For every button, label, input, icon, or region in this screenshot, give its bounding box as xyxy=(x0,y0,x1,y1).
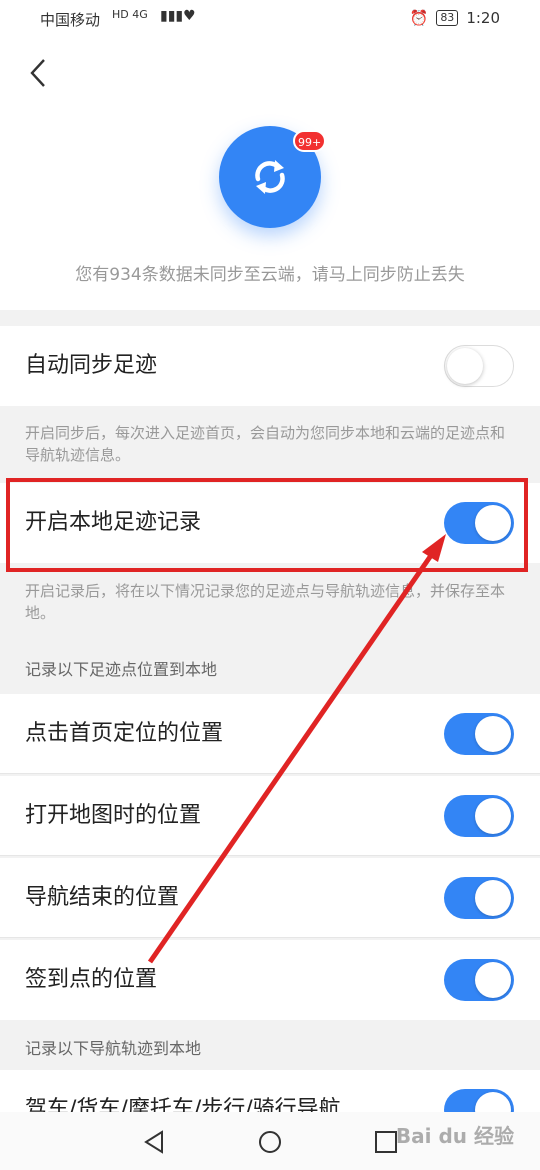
carrier-name: 中国移动 xyxy=(40,11,101,29)
point-label: 打开地图时的位置 xyxy=(25,803,202,828)
auto-sync-toggle[interactable] xyxy=(444,345,514,387)
toggle-knob xyxy=(475,880,511,916)
point-row-nav-end[interactable]: 导航结束的位置 xyxy=(0,858,540,938)
tracks-section-header: 记录以下导航轨迹到本地 xyxy=(25,1039,202,1058)
point-row-open-map[interactable]: 打开地图时的位置 xyxy=(0,776,540,856)
watermark: Bai du 经验 xyxy=(395,1124,514,1148)
toggle-knob xyxy=(475,716,511,752)
signal-icon: ▮▮▮♥ xyxy=(160,8,196,24)
auto-sync-label: 自动同步足迹 xyxy=(25,353,158,378)
point-toggle-checkin[interactable] xyxy=(444,959,514,1001)
auto-sync-note: 开启同步后，每次进入足迹首页，会自动为您同步本地和云端的足迹点和导航轨迹信息。 xyxy=(25,424,506,464)
point-row-checkin[interactable]: 签到点的位置 xyxy=(0,940,540,1020)
point-toggle-open-map[interactable] xyxy=(444,795,514,837)
circle-home-icon[interactable] xyxy=(256,1128,284,1156)
toggle-knob xyxy=(475,798,511,834)
annotation-highlight-box xyxy=(6,478,528,572)
triangle-back-icon[interactable] xyxy=(140,1128,168,1156)
point-toggle-home-locate[interactable] xyxy=(444,713,514,755)
toggle-knob xyxy=(475,962,511,998)
point-row-home-locate[interactable]: 点击首页定位的位置 xyxy=(0,694,540,774)
points-section-header: 记录以下足迹点位置到本地 xyxy=(25,660,218,679)
back-button[interactable] xyxy=(20,56,56,92)
local-record-note: 开启记录后，将在以下情况记录您的足迹点与导航轨迹信息，并保存至本地。 xyxy=(25,582,506,622)
point-label: 导航结束的位置 xyxy=(25,885,180,910)
sync-header: 99+ 您有934条数据未同步至云端，请马上同步防止丢失 xyxy=(0,38,540,310)
status-bar: 中国移动 HD 4G ▮▮▮♥ ⏰ 83 1:20 xyxy=(0,0,540,38)
unsynced-count-badge: 99+ xyxy=(293,130,327,152)
unsynced-message: 您有934条数据未同步至云端，请马上同步防止丢失 xyxy=(75,265,465,285)
network-indicator: HD 4G xyxy=(112,8,148,21)
point-label: 点击首页定位的位置 xyxy=(25,721,224,746)
battery-indicator: 83 xyxy=(436,10,459,26)
point-toggle-nav-end[interactable] xyxy=(444,877,514,919)
clock: 1:20 xyxy=(466,9,500,27)
auto-sync-row[interactable]: 自动同步足迹 xyxy=(0,326,540,406)
point-label: 签到点的位置 xyxy=(25,967,158,992)
sync-icon xyxy=(255,160,285,194)
chevron-left-icon xyxy=(30,59,45,87)
alarm-icon: ⏰ xyxy=(409,9,429,27)
toggle-knob xyxy=(447,348,483,384)
